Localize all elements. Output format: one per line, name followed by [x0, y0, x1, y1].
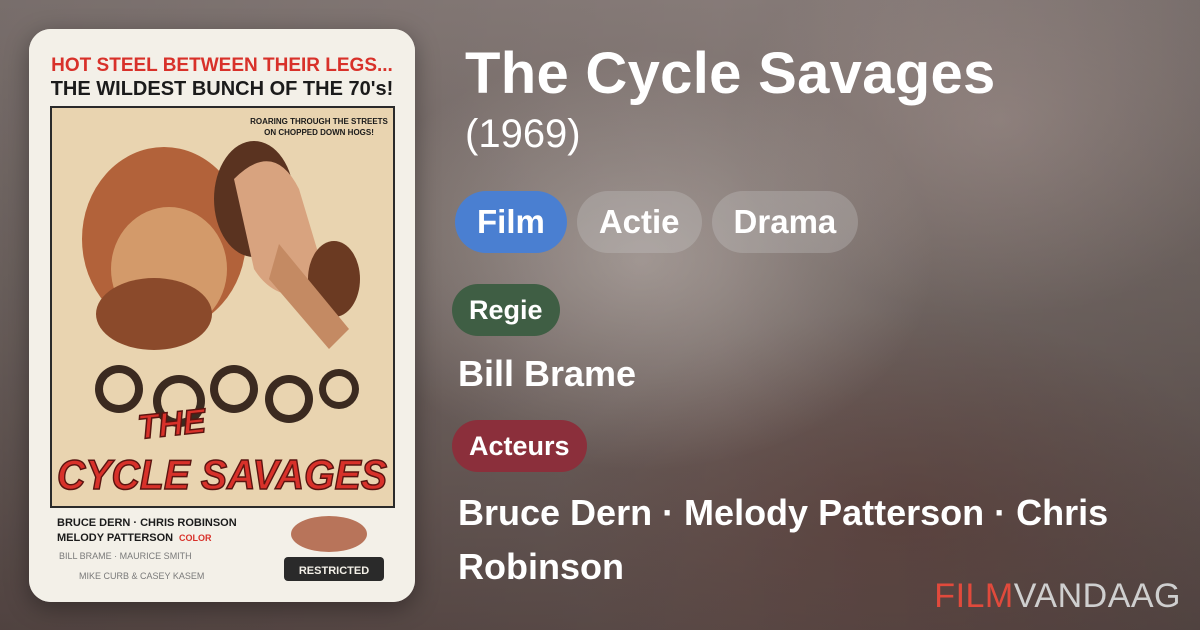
poster-blurb-1: ROARING THROUGH THE STREETS: [250, 117, 388, 126]
poster-cast-2: MELODY PATTERSON: [57, 532, 173, 544]
director-name: Bill Brame: [458, 353, 637, 394]
genre-pill-actie[interactable]: Actie: [576, 191, 702, 253]
poster-color: COLOR: [179, 533, 212, 543]
poster-cast-1: BRUCE DERN · CHRIS ROBINSON: [57, 517, 237, 529]
brand-logo-part2: VANDAAG: [1013, 577, 1181, 615]
movie-title: The Cycle Savages: [465, 41, 996, 106]
brand-logo: FILMVANDAAG: [934, 577, 1181, 616]
poster-title-2: CYCLE SAVAGES: [57, 451, 387, 498]
director-label: Regie: [452, 284, 560, 336]
actors-label: Acteurs: [452, 420, 587, 472]
movie-year: (1969): [465, 112, 581, 156]
genre-pill-drama[interactable]: Drama: [711, 191, 859, 253]
poster-title-1: THE: [136, 402, 209, 447]
brand-logo-part1: FILM: [934, 577, 1014, 615]
poster-rating: RESTRICTED: [299, 565, 369, 577]
movie-poster: HOT STEEL BETWEEN THEIR LEGS... THE WILD…: [29, 29, 415, 602]
poster-crew-1: BILL BRAME · MAURICE SMITH: [59, 551, 192, 561]
poster-blurb-2: ON CHOPPED DOWN HOGS!: [264, 128, 374, 137]
poster-crew-2: MIKE CURB & CASEY KASEM: [79, 571, 204, 581]
genre-pill-film[interactable]: Film: [455, 191, 567, 253]
poster-tagline-2: THE WILDEST BUNCH OF THE 70's!: [51, 78, 394, 100]
poster-rating-badge: RESTRICTED: [284, 557, 384, 581]
poster-tagline-1: HOT STEEL BETWEEN THEIR LEGS...: [51, 55, 393, 76]
genre-list: Film Actie Drama: [455, 191, 859, 253]
